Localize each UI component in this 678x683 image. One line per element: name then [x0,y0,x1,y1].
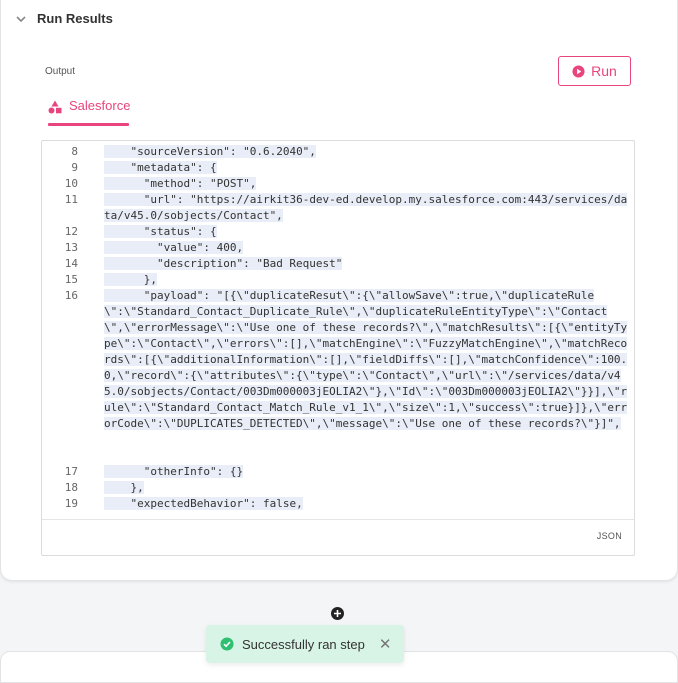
code-line: "expectedBehavior": false, [104,497,303,510]
add-step-icon[interactable] [331,607,344,620]
line-number: 19 [64,497,78,510]
run-results-header[interactable]: Run Results [15,11,113,26]
code-scroll-area[interactable]: 8 "sourceVersion": "0.6.2040", 9 "metadat… [42,141,634,520]
code-line: "payload": "[{\"duplicateResut\":{\"allo… [104,289,628,430]
code-line: "method": "POST", [104,177,257,190]
line-number: 12 [64,225,78,238]
output-label: Output [45,66,76,77]
section-title: Run Results [37,11,113,26]
code-line: "value": 400, [104,241,244,254]
tab-active-indicator [48,123,129,126]
code-line: "sourceVersion": "0.6.2040", [104,145,316,158]
code-line: "metadata": { [104,161,217,174]
run-results-card: Run Results Output Run Salesforce 8 "sou… [0,0,678,581]
code-line: "status": { [104,225,217,238]
line-number: 8 [71,145,78,158]
line-number: 10 [64,177,78,190]
line-number: 15 [64,273,78,286]
toast-message: Successfully ran step [242,636,365,652]
code-line: }, [104,481,144,494]
line-number: 9 [71,161,78,174]
code-line: "otherInfo": {} [104,465,244,478]
code-editor[interactable]: 8 "sourceVersion": "0.6.2040", 9 "metadat… [41,140,635,556]
chevron-down-icon[interactable] [15,13,27,25]
shapes-icon [48,100,62,114]
line-number: 17 [64,465,78,478]
line-number: 13 [64,241,78,254]
play-icon [572,64,585,78]
check-circle-icon [220,637,234,651]
code-line: "description": "Bad Request" [104,257,343,270]
tab-label: Salesforce [69,98,131,113]
code-line: }, [104,273,157,286]
line-number: 16 [64,289,78,302]
run-button[interactable]: Run [558,56,631,86]
format-label: JSON [596,531,622,541]
success-toast: Successfully ran step ✕ [206,625,404,663]
close-icon[interactable]: ✕ [379,635,392,653]
run-button-label: Run [591,63,617,79]
tab-salesforce[interactable]: Salesforce [48,98,130,126]
line-number: 11 [64,193,78,206]
line-number: 14 [64,257,78,270]
line-number: 18 [64,481,78,494]
code-line: "url": "https://airkit36-dev-ed.develop.… [104,193,628,222]
